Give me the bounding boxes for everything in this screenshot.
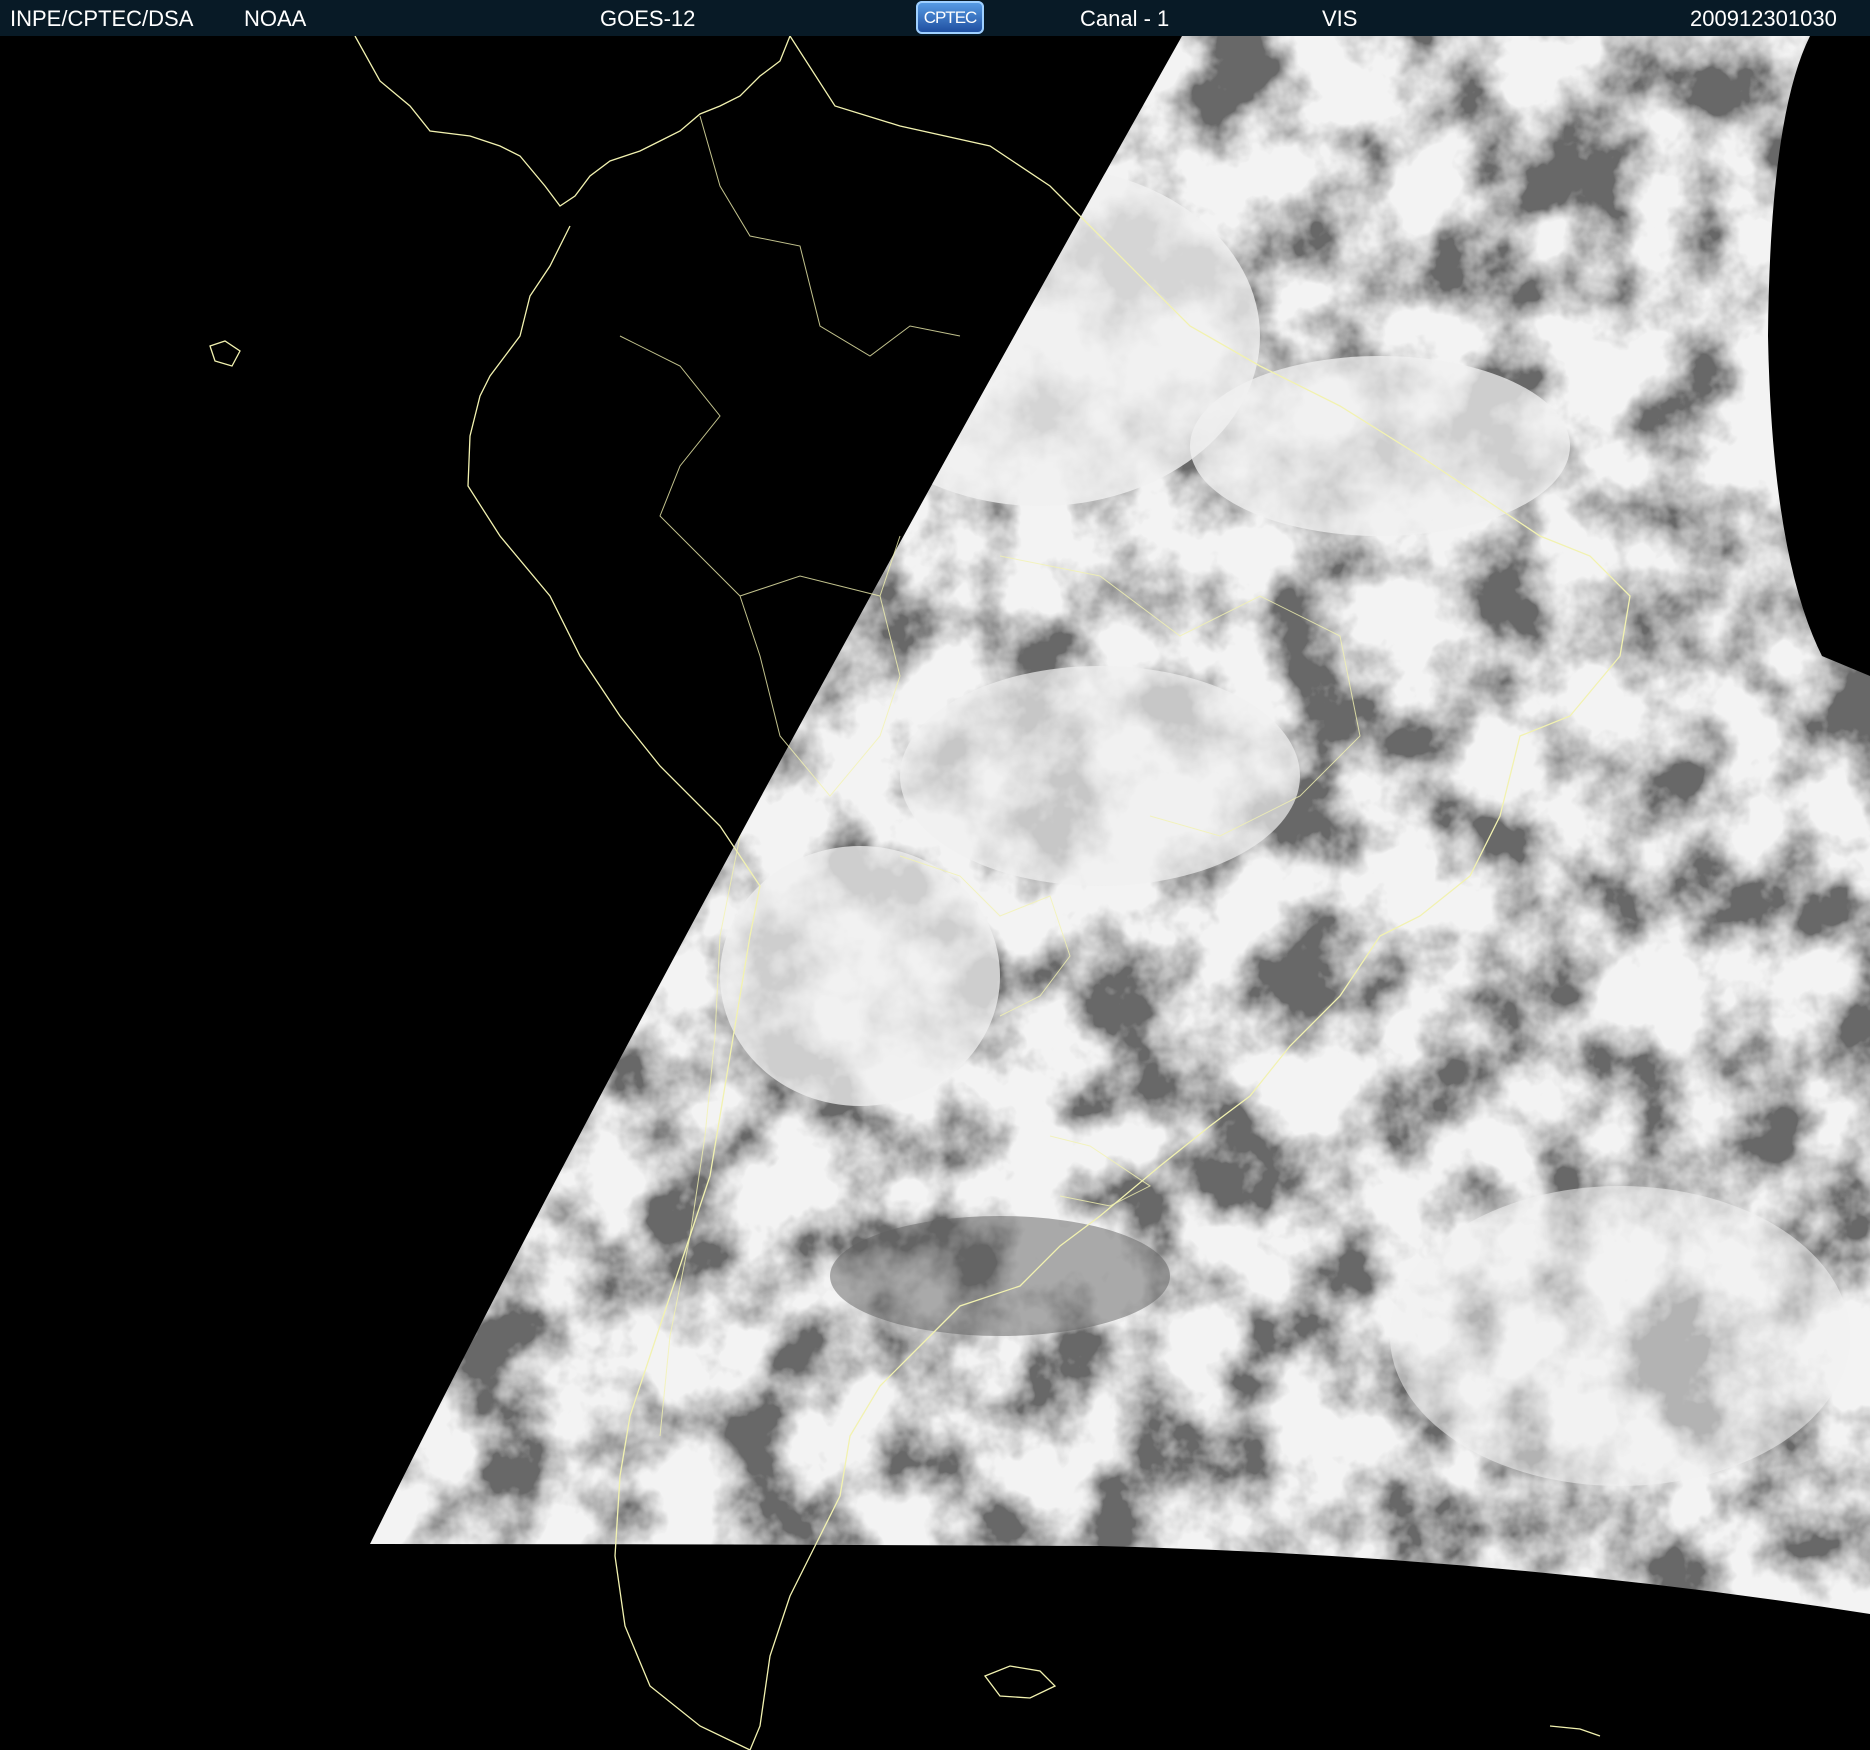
band-label: VIS [1322,6,1358,31]
satellite-label: GOES-12 [600,6,696,31]
satellite-image [0,36,1870,1750]
image-header: INPE/CPTEC/DSA NOAA GOES-12 CPTEC Canal … [0,0,1870,36]
institution-label: INPE/CPTEC/DSA [10,6,194,31]
agency-label: NOAA [244,6,307,31]
datetime-label: 200912301030 [1690,6,1837,31]
channel-label: Canal - 1 [1080,6,1170,31]
cptec-logo: CPTEC [916,1,984,34]
logo-text: CPTEC [923,8,978,27]
